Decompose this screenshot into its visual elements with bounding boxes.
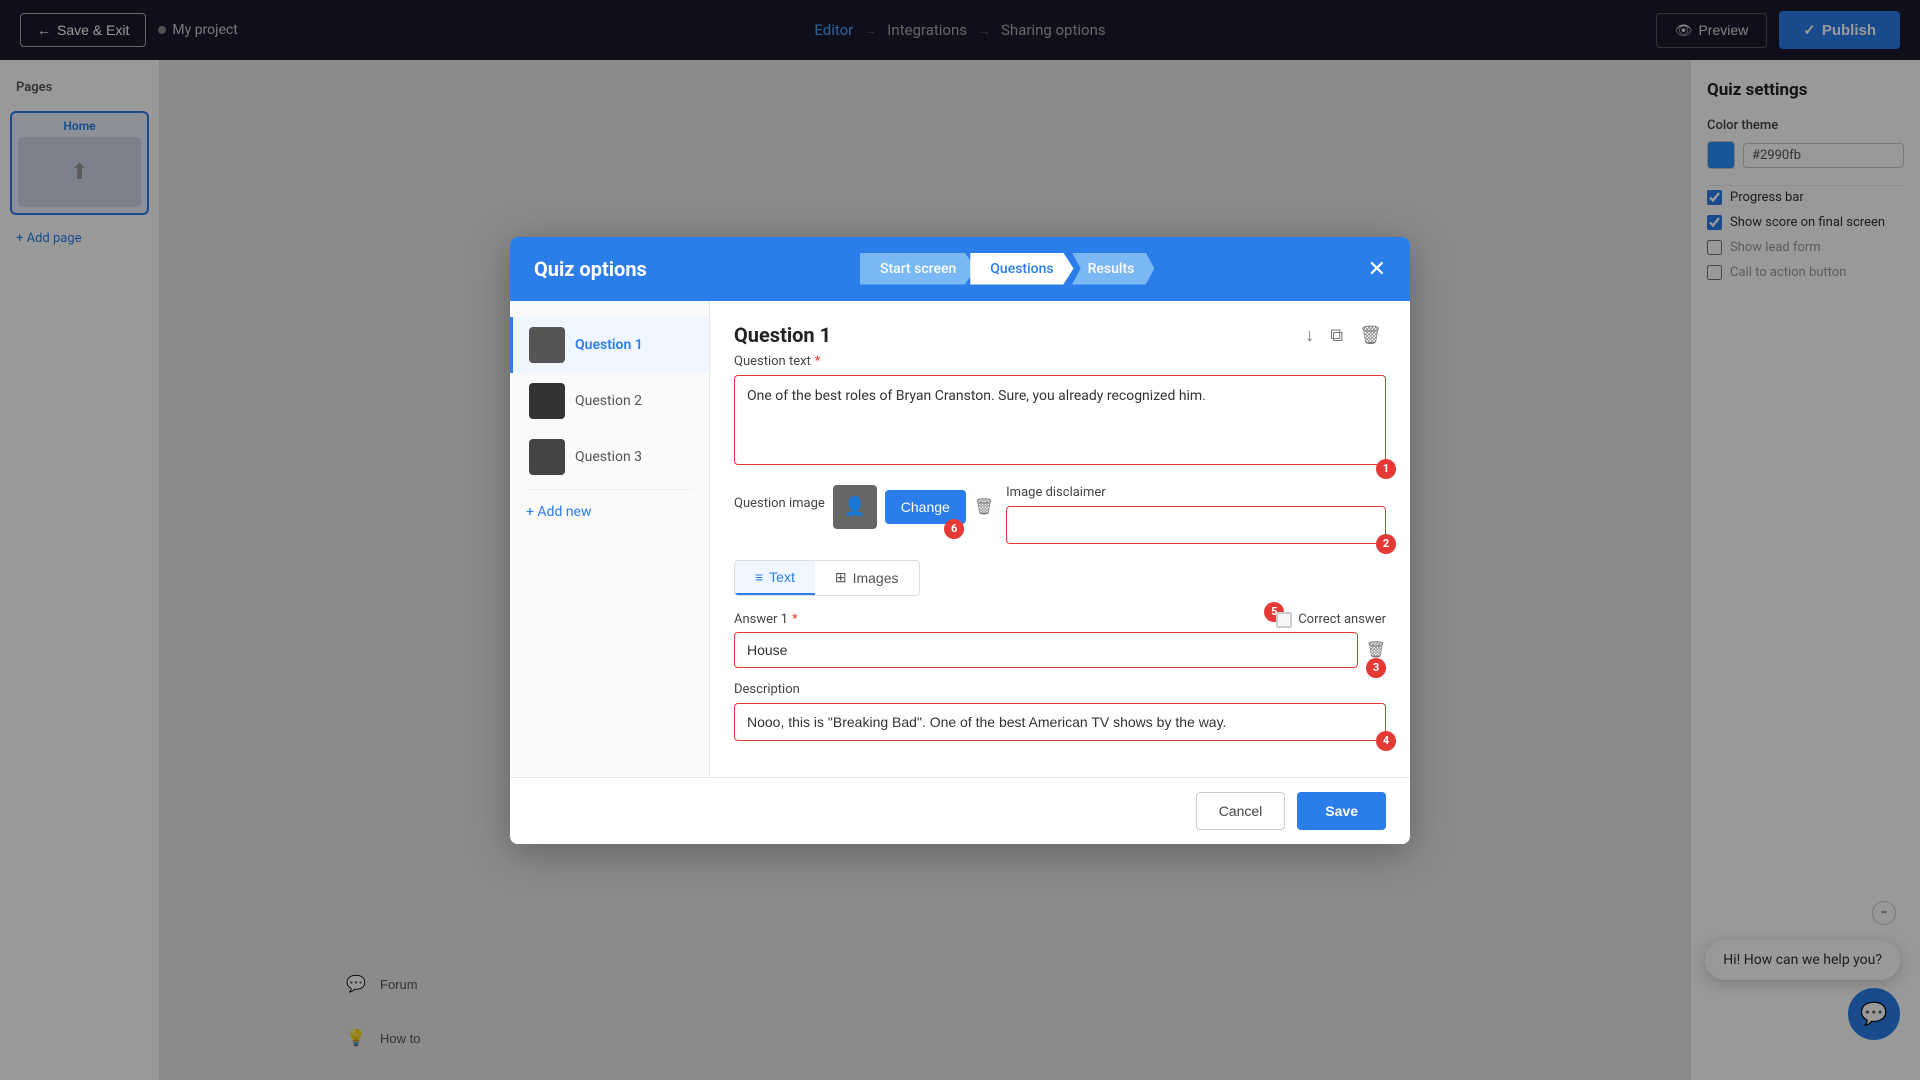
required-star-2: * <box>792 612 798 627</box>
modal-header: Quiz options Start screen Questions Resu… <box>510 237 1410 301</box>
image-section: Question image 👤 Change 🗑 6 <box>734 485 994 529</box>
image-disclaimer-input[interactable] <box>1006 506 1386 544</box>
question-text-section: Question text * 1 <box>734 354 1386 469</box>
modal-footer: Cancel Save <box>510 777 1410 844</box>
badge-2: 2 <box>1376 534 1396 554</box>
images-tab-icon: ⊞ <box>835 569 847 586</box>
question-3-thumb <box>529 439 565 475</box>
required-star-1: * <box>815 354 821 369</box>
correct-answer-label: Correct answer <box>1298 612 1386 627</box>
question-image-label: Question image <box>734 496 825 511</box>
images-tab[interactable]: ⊞ Images <box>815 561 919 595</box>
questions-list-sidebar: Question 1 Question 2 Question 3 + Add n… <box>510 301 710 777</box>
image-disclaimer-label: Image disclaimer <box>1006 485 1386 500</box>
text-tab[interactable]: ≡ Text <box>735 561 815 595</box>
question-1-label: Question 1 <box>575 337 643 353</box>
question-1-thumb <box>529 327 565 363</box>
modal-title: Quiz options <box>534 257 647 281</box>
modal-overlay: Quiz options Start screen Questions Resu… <box>0 0 1920 1080</box>
answer-input-row: 🗑 3 <box>734 632 1386 668</box>
answer-1-label: Answer 1 * <box>734 612 798 627</box>
question-item-2[interactable]: Question 2 <box>510 373 709 429</box>
question-text-label: Question text * <box>734 354 1386 369</box>
sidebar-divider <box>526 489 693 490</box>
modal-body: Question 1 Question 2 Question 3 + Add n… <box>510 301 1410 777</box>
question-item-1[interactable]: Question 1 <box>510 317 709 373</box>
question-3-label: Question 3 <box>575 449 642 465</box>
badge-3: 3 <box>1366 658 1386 678</box>
delete-answer-button[interactable]: 🗑 <box>1366 640 1386 660</box>
quiz-options-modal: Quiz options Start screen Questions Resu… <box>510 237 1410 844</box>
question-2-label: Question 2 <box>575 393 642 409</box>
description-input[interactable] <box>734 703 1386 741</box>
question-title-row: Question 1 ↓ ⧉ 🗑 <box>734 321 1386 350</box>
modal-close-button[interactable]: ✕ <box>1368 258 1386 280</box>
badge-1: 1 <box>1376 459 1396 479</box>
modal-step-start[interactable]: Start screen <box>860 253 976 285</box>
modal-main-content: Question 1 ↓ ⧉ 🗑 Question text * 1 <box>710 301 1410 777</box>
correct-checkbox-box[interactable] <box>1276 612 1292 628</box>
question-image-thumb: 👤 <box>833 485 877 529</box>
description-label: Description <box>734 682 1386 697</box>
add-new-question-button[interactable]: + Add new <box>510 494 709 530</box>
delete-question-button[interactable]: 🗑 <box>1355 321 1386 350</box>
modal-steps: Start screen Questions Results <box>860 253 1154 285</box>
question-title: Question 1 <box>734 323 831 347</box>
question-actions: ↓ ⧉ 🗑 <box>1301 321 1386 350</box>
step-questions-label: Questions <box>990 261 1053 277</box>
disclaimer-section: Image disclaimer 2 <box>1006 485 1386 544</box>
badge-6: 6 <box>944 519 964 539</box>
description-section: Description 4 <box>734 682 1386 741</box>
correct-answer-checkbox[interactable]: 5 Correct answer <box>1276 612 1386 628</box>
answer-type-tabs: ≡ Text ⊞ Images <box>734 560 920 596</box>
text-tab-icon: ≡ <box>755 569 763 585</box>
image-disclaimer-row: Question image 👤 Change 🗑 6 Image discla… <box>734 485 1386 544</box>
question-item-3[interactable]: Question 3 <box>510 429 709 485</box>
question-2-thumb <box>529 383 565 419</box>
cancel-button[interactable]: Cancel <box>1196 792 1286 830</box>
modal-step-results[interactable]: Results <box>1068 253 1155 285</box>
step-start-label: Start screen <box>880 261 956 277</box>
duplicate-button[interactable]: ⧉ <box>1326 321 1347 350</box>
answer-1-input[interactable] <box>734 632 1358 668</box>
answer-1-row: Answer 1 * 5 Correct answer 🗑 3 <box>734 612 1386 668</box>
badge-4: 4 <box>1376 731 1396 751</box>
delete-image-button[interactable]: 🗑 <box>974 497 994 517</box>
question-text-input[interactable] <box>734 375 1386 465</box>
text-tab-label: Text <box>769 569 795 585</box>
answer-label-row: Answer 1 * 5 Correct answer <box>734 612 1386 628</box>
modal-step-questions[interactable]: Questions <box>970 253 1073 285</box>
step-results-label: Results <box>1088 261 1135 277</box>
images-tab-label: Images <box>853 570 899 586</box>
image-placeholder-icon: 👤 <box>844 496 866 517</box>
save-button[interactable]: Save <box>1297 792 1386 830</box>
move-down-button[interactable]: ↓ <box>1301 321 1318 350</box>
